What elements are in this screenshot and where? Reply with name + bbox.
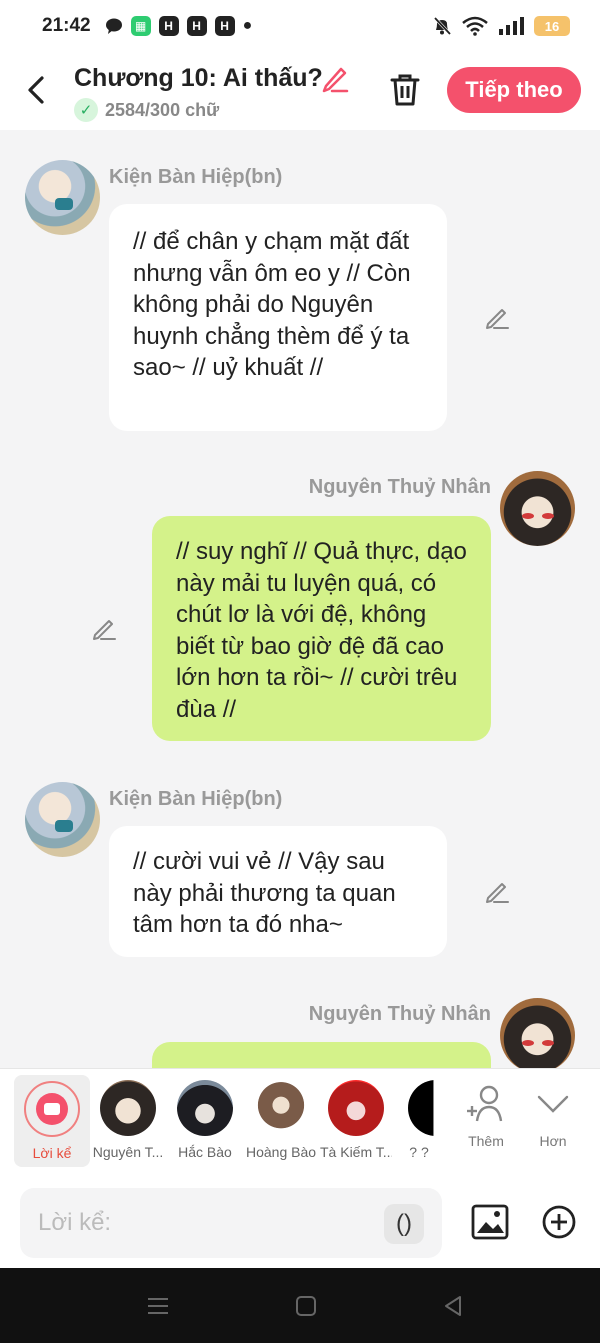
signal-icon bbox=[499, 17, 524, 35]
cast-label: ? ? bbox=[409, 1144, 429, 1160]
sender-name: Nguyên Thuỷ Nhân bbox=[308, 1003, 491, 1025]
message-bubble[interactable]: // suy nghĩ // Quả thực, dạo này mải tu … bbox=[152, 516, 491, 741]
chapter-title: Chương 10: Ai thấu? bbox=[74, 64, 323, 92]
status-bar: 21:42 ▦ H H H ● 16 bbox=[0, 0, 600, 52]
edit-message-icon[interactable] bbox=[90, 615, 118, 643]
character-avatar bbox=[328, 1080, 384, 1136]
image-icon[interactable] bbox=[471, 1203, 509, 1241]
notification-icons: ▦ H H H ● bbox=[105, 16, 253, 36]
mute-icon bbox=[433, 16, 452, 36]
edit-message-icon[interactable] bbox=[483, 304, 511, 332]
sender-name: Kiện Bàn Hiệp(bn) bbox=[109, 788, 283, 810]
add-icon[interactable] bbox=[541, 1204, 577, 1240]
message-field: () bbox=[20, 1188, 442, 1258]
cast-label: Nguyên T... bbox=[92, 1144, 164, 1160]
cast-character[interactable]: Hắc Bào bbox=[169, 1075, 241, 1167]
edit-title-icon[interactable] bbox=[320, 64, 350, 94]
avatar-kien-ban-hiep[interactable] bbox=[25, 782, 100, 857]
word-count-text: 2584/300 chữ bbox=[105, 99, 220, 120]
sender-name: Kiện Bàn Hiệp(bn) bbox=[109, 166, 283, 188]
cast-character[interactable]: Nguyên T... bbox=[92, 1075, 164, 1167]
add-user-icon bbox=[467, 1085, 503, 1122]
dot-icon: ● bbox=[242, 17, 253, 34]
cast-character[interactable]: Tà Kiếm T... bbox=[320, 1075, 392, 1167]
add-label: Thêm bbox=[468, 1133, 504, 1149]
character-avatar bbox=[100, 1080, 156, 1136]
narrator-icon bbox=[24, 1081, 80, 1137]
character-avatar bbox=[408, 1080, 440, 1136]
cast-narrator[interactable]: Lời kể bbox=[14, 1075, 90, 1167]
message-bubble[interactable]: // cười vui vẻ // Vậy sau này phải thươn… bbox=[109, 826, 447, 957]
character-avatar bbox=[177, 1080, 233, 1136]
next-button[interactable]: Tiếp theo bbox=[447, 67, 581, 113]
add-character-button[interactable]: Thêm bbox=[456, 1083, 516, 1149]
cast-label: Tà Kiếm T... bbox=[320, 1144, 392, 1160]
message-bubble[interactable] bbox=[152, 1042, 491, 1070]
app-h-icon: H bbox=[158, 16, 179, 36]
character-avatar bbox=[253, 1080, 309, 1136]
trash-icon[interactable] bbox=[388, 72, 422, 108]
message-bubble[interactable]: // để chân y chạm mặt đất nhưng vẫn ôm e… bbox=[109, 204, 447, 431]
message-input[interactable] bbox=[38, 1188, 378, 1258]
chevron-down-icon bbox=[537, 1095, 569, 1113]
character-bar: Lời kể Nguyên T... Hắc Bào Hoàng Bào Tà … bbox=[0, 1068, 600, 1176]
wifi-icon bbox=[462, 16, 488, 36]
action-paren-button[interactable]: () bbox=[384, 1204, 424, 1244]
input-bar: () bbox=[0, 1176, 600, 1268]
back-nav-icon[interactable] bbox=[442, 1294, 466, 1318]
avatar-nguyen-thuy-nhan[interactable] bbox=[500, 471, 575, 546]
system-nav-bar bbox=[0, 1268, 600, 1343]
app-icon: ▦ bbox=[130, 16, 151, 36]
expand-button[interactable]: Hơn bbox=[523, 1083, 583, 1149]
cast-character[interactable]: Hoàng Bào bbox=[245, 1075, 317, 1167]
back-arrow-icon[interactable] bbox=[22, 72, 52, 108]
edit-message-icon[interactable] bbox=[483, 878, 511, 906]
menu-icon[interactable] bbox=[146, 1294, 170, 1318]
cast-label: Hắc Bào bbox=[178, 1144, 232, 1160]
cast-character[interactable]: ? ? bbox=[398, 1075, 440, 1167]
home-icon[interactable] bbox=[294, 1294, 318, 1318]
sender-name: Nguyên Thuỷ Nhân bbox=[308, 476, 491, 498]
avatar-nguyen-thuy-nhan[interactable] bbox=[500, 998, 575, 1070]
chat-area[interactable]: Kiện Bàn Hiệp(bn) // để chân y chạm mặt … bbox=[0, 130, 600, 1070]
more-label: Hơn bbox=[539, 1133, 567, 1149]
status-time: 21:42 bbox=[42, 15, 91, 36]
battery-indicator: 16 bbox=[534, 16, 570, 36]
app-h-icon: H bbox=[214, 16, 235, 36]
chat-bubble-icon bbox=[105, 18, 122, 34]
word-count: ✓ 2584/300 chữ bbox=[74, 98, 219, 122]
check-icon: ✓ bbox=[74, 98, 98, 122]
app-h-icon: H bbox=[186, 16, 207, 36]
avatar-kien-ban-hiep[interactable] bbox=[25, 160, 100, 235]
cast-label: Lời kể bbox=[32, 1145, 72, 1161]
chapter-header: Chương 10: Ai thấu? ✓ 2584/300 chữ Tiếp … bbox=[0, 52, 600, 130]
cast-label: Hoàng Bào bbox=[245, 1144, 317, 1160]
